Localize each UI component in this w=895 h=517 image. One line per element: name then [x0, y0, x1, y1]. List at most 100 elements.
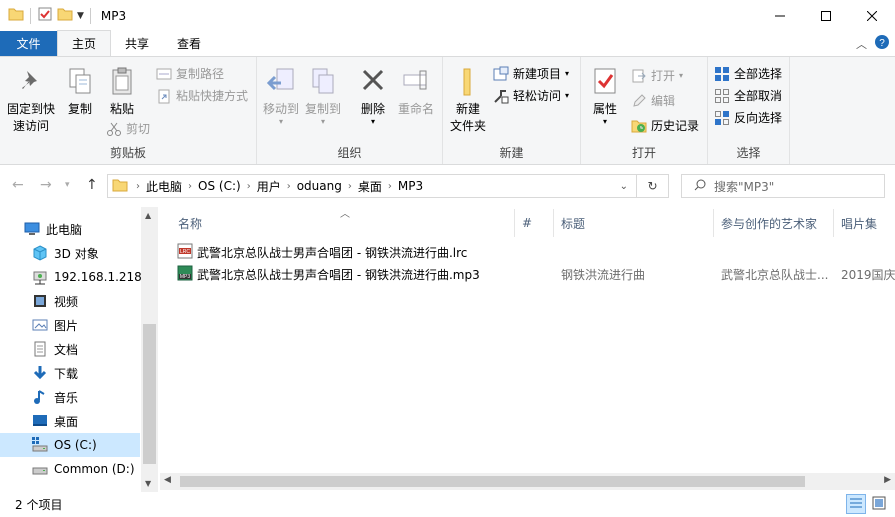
nav-item-os-c[interactable]: OS (C:) — [0, 433, 140, 457]
mp3-file-icon: MP3 — [177, 265, 193, 284]
column-divider[interactable] — [713, 209, 714, 237]
breadcrumb-users[interactable]: 用户 — [251, 178, 287, 195]
scroll-up-icon[interactable]: ▲ — [145, 211, 151, 220]
new-item-button[interactable]: 新建项目 ▾ — [493, 65, 569, 82]
paste-shortcut-button[interactable]: 粘贴快捷方式 — [156, 87, 248, 104]
copy-to-label: 复制到 — [304, 102, 341, 116]
rename-button[interactable]: 重命名 — [395, 65, 437, 118]
move-to-button[interactable]: 移动到 ▾ — [261, 65, 301, 126]
details-view-button[interactable] — [846, 494, 866, 514]
details-view-icon — [849, 496, 863, 513]
maximize-button[interactable] — [803, 0, 849, 31]
nav-item-this-pc[interactable]: 此电脑 — [0, 217, 140, 241]
document-icon — [32, 341, 48, 357]
nav-item-downloads[interactable]: 下载 — [0, 361, 140, 385]
history-icon — [631, 118, 647, 134]
window-title: MP3 — [100, 8, 127, 23]
nav-item-music[interactable]: 音乐 — [0, 385, 140, 409]
help-icon[interactable]: ? — [875, 35, 889, 52]
network-drive-icon — [32, 269, 48, 285]
invert-selection-button[interactable]: 反向选择 — [714, 109, 782, 126]
tab-share[interactable]: 共享 — [111, 31, 163, 56]
column-header-album[interactable]: 唱片集 — [841, 207, 877, 239]
copy-to-button[interactable]: 复制到 ▾ — [303, 65, 343, 126]
clipboard-icon — [106, 65, 138, 97]
refresh-button[interactable]: ↻ — [637, 174, 669, 198]
open-button[interactable]: 打开 ▾ — [631, 67, 683, 84]
new-folder-quick-icon[interactable] — [57, 6, 73, 25]
column-header-number[interactable]: # — [522, 207, 532, 239]
large-icons-view-button[interactable] — [869, 494, 889, 514]
new-folder-label-2: 文件夹 — [449, 119, 486, 133]
address-bar[interactable]: › 此电脑 › OS (C:) › 用户 › oduang › 桌面 › MP3… — [107, 174, 637, 198]
column-divider[interactable] — [553, 209, 554, 237]
forward-arrow-icon[interactable]: → — [40, 177, 52, 193]
column-divider[interactable] — [514, 209, 515, 237]
column-header-name[interactable]: 名称 — [178, 207, 202, 239]
column-header-title[interactable]: 标题 — [561, 207, 585, 239]
nav-scrollbar-thumb[interactable] — [143, 324, 156, 464]
breadcrumb-desktop[interactable]: 桌面 — [352, 178, 388, 195]
column-header-artist[interactable]: 参与创作的艺术家 — [721, 207, 817, 239]
nav-item-network-drive[interactable]: 192.168.1.218 — [0, 265, 142, 289]
recent-locations-icon[interactable]: ▾ — [65, 180, 70, 190]
breadcrumb-this-pc[interactable]: 此电脑 — [140, 178, 188, 195]
search-input[interactable]: 搜索"MP3" — [681, 174, 885, 198]
breadcrumb-os-c[interactable]: OS (C:) — [192, 179, 247, 193]
nav-item-pictures[interactable]: 图片 — [0, 313, 140, 337]
open-group: 属性 ▾ 打开 ▾ 编辑 历史记录 打开 — [581, 57, 708, 164]
edit-button[interactable]: 编辑 — [631, 92, 675, 109]
minimize-button[interactable] — [757, 0, 803, 31]
properties-icon — [589, 65, 621, 97]
select-none-button[interactable]: 全部取消 — [714, 87, 782, 104]
nav-item-label: Common (D:) — [54, 462, 135, 476]
scroll-left-icon[interactable]: ◀ — [164, 475, 171, 485]
history-button[interactable]: 历史记录 — [631, 117, 699, 134]
scroll-right-icon[interactable]: ▶ — [884, 475, 891, 485]
paste-button[interactable]: 粘贴 — [104, 65, 140, 118]
rename-label: 重命名 — [397, 102, 434, 116]
select-all-button[interactable]: 全部选择 — [714, 65, 782, 82]
back-arrow-icon[interactable]: ← — [12, 177, 24, 193]
properties-dropdown-icon: ▾ — [602, 117, 607, 126]
breadcrumb-mp3[interactable]: MP3 — [392, 179, 429, 193]
pin-quick-access-button[interactable]: 固定到快 速访问 — [6, 65, 56, 135]
copy-button[interactable]: 复制 — [64, 65, 96, 118]
organize-group-label: 组织 — [337, 146, 362, 160]
horizontal-scrollbar[interactable]: ◀ ▶ — [160, 473, 895, 490]
up-arrow-icon[interactable]: ↑ — [86, 177, 98, 193]
title-bar: ▼ MP3 — [0, 0, 895, 31]
customize-quick-access-icon[interactable]: ▼ — [77, 11, 84, 21]
address-dropdown-icon[interactable]: ⌄ — [620, 181, 628, 192]
collapse-ribbon-icon[interactable]: ︿ — [856, 36, 867, 52]
navigation-pane: 此电脑 3D 对象 192.168.1.218 视频 图片 文档 下载 音乐 桌… — [0, 207, 160, 492]
nav-item-3d-objects[interactable]: 3D 对象 — [0, 241, 140, 265]
tab-file[interactable]: 文件 — [0, 31, 57, 56]
cut-button[interactable]: 剪切 — [106, 120, 150, 137]
new-folder-button[interactable]: 新建 文件夹 — [447, 65, 489, 135]
clipboard-group: 固定到快 速访问 复制 粘贴 复制路径 粘贴快捷方式 剪切 剪贴板 — [0, 57, 257, 164]
nav-scrollbar[interactable]: ▲ ▼ — [141, 207, 158, 492]
breadcrumb-oduang[interactable]: oduang — [291, 179, 348, 193]
file-row[interactable]: LRC 武警北京总队战士男声合唱团 - 钢铁洪流进行曲.lrc — [177, 241, 877, 263]
easy-access-button[interactable]: 轻松访问 ▾ — [493, 87, 569, 104]
tab-view[interactable]: 查看 — [163, 31, 215, 56]
search-icon — [694, 179, 706, 194]
nav-item-common-d[interactable]: Common (D:) — [0, 457, 140, 481]
properties-button[interactable]: 属性 ▾ — [587, 65, 623, 126]
edit-label: 编辑 — [651, 94, 676, 108]
column-divider[interactable] — [833, 209, 834, 237]
close-button[interactable] — [849, 0, 895, 31]
properties-quick-icon[interactable] — [37, 6, 53, 25]
scroll-down-icon[interactable]: ▼ — [145, 479, 151, 488]
copy-path-button[interactable]: 复制路径 — [156, 65, 224, 82]
delete-button[interactable]: 删除 ▾ — [353, 65, 393, 126]
select-all-label: 全部选择 — [734, 67, 783, 81]
tab-home[interactable]: 主页 — [57, 30, 112, 56]
nav-item-videos[interactable]: 视频 — [0, 289, 140, 313]
nav-item-documents[interactable]: 文档 — [0, 337, 140, 361]
horizontal-scrollbar-thumb[interactable] — [180, 476, 805, 487]
nav-item-desktop[interactable]: 桌面 — [0, 409, 140, 433]
select-none-label: 全部取消 — [734, 89, 783, 103]
new-folder-icon — [452, 65, 484, 97]
